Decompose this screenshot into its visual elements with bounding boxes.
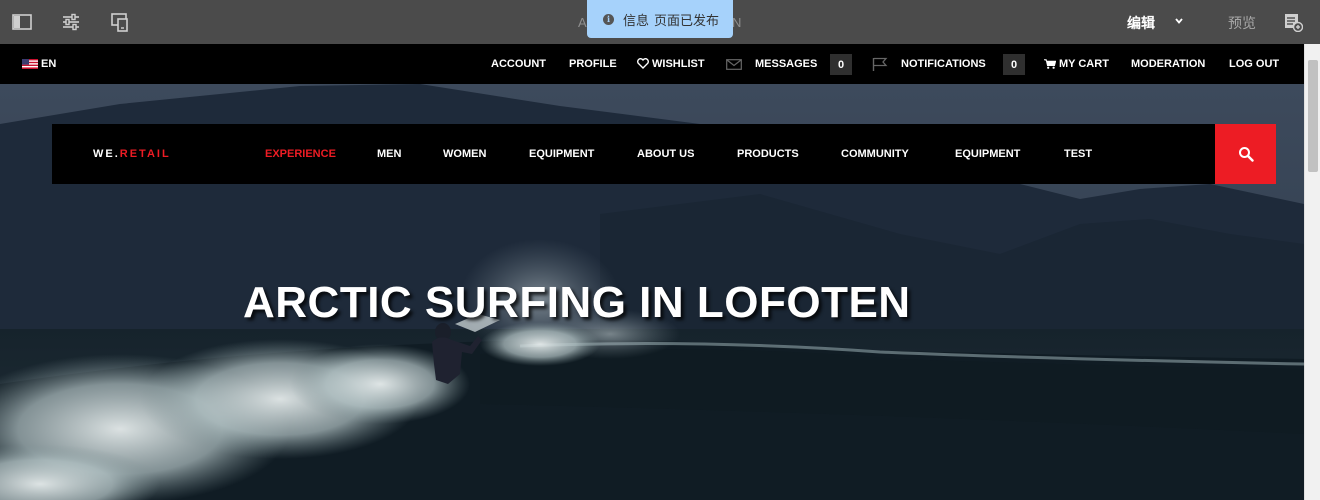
- logo-suffix: RETAIL: [119, 148, 171, 160]
- nav-item-equipment-2[interactable]: EQUIPMENT: [955, 148, 1020, 160]
- account-bar: EN ACCOUNT PROFILE WISHLIST MESSAGES 0 N…: [0, 44, 1304, 84]
- nav-item-experience[interactable]: EXPERIENCE: [265, 148, 336, 160]
- mode-select[interactable]: 编辑: [1127, 13, 1155, 33]
- account-link[interactable]: ACCOUNT: [491, 58, 546, 70]
- search-button[interactable]: [1215, 124, 1276, 184]
- scrollbar-thumb[interactable]: [1308, 60, 1318, 172]
- preview-button[interactable]: 预览: [1228, 13, 1256, 33]
- properties-icon[interactable]: [60, 11, 82, 33]
- main-navigation: WE.RETAIL EXPERIENCE MEN WOMEN EQUIPMENT…: [52, 124, 1276, 184]
- messages-count-badge: 0: [830, 54, 852, 75]
- scrollbar[interactable]: [1304, 44, 1320, 500]
- info-toast: i 信息 页面已发布: [587, 0, 733, 38]
- notifications-count-badge: 0: [1003, 54, 1025, 75]
- heart-icon: [637, 58, 649, 69]
- search-icon: [1238, 147, 1254, 162]
- emulator-icon[interactable]: [109, 11, 131, 33]
- info-icon: i: [603, 13, 614, 25]
- nav-item-equipment[interactable]: EQUIPMENT: [529, 148, 594, 160]
- toast-message: 页面已发布: [654, 12, 720, 28]
- my-cart-link[interactable]: MY CART: [1059, 58, 1109, 70]
- nav-item-community[interactable]: COMMUNITY: [841, 148, 909, 160]
- editor-toolbar: A N i 信息 页面已发布 编辑 预览: [0, 0, 1320, 44]
- flag-icon: [872, 57, 888, 71]
- page-info-icon[interactable]: [1283, 12, 1303, 32]
- profile-link[interactable]: PROFILE: [569, 58, 617, 70]
- logout-link[interactable]: LOG OUT: [1229, 58, 1279, 70]
- page-title-right: N: [732, 15, 743, 30]
- language-selector[interactable]: EN: [22, 58, 56, 70]
- messages-link[interactable]: MESSAGES: [755, 58, 817, 70]
- envelope-icon: [726, 59, 742, 70]
- us-flag-icon: [22, 59, 38, 69]
- cart-icon: [1044, 59, 1056, 69]
- moderation-link[interactable]: MODERATION: [1131, 58, 1205, 70]
- nav-item-about-us[interactable]: ABOUT US: [637, 148, 694, 160]
- nav-item-women[interactable]: WOMEN: [443, 148, 486, 160]
- logo-prefix: WE.: [93, 148, 120, 160]
- wishlist-link[interactable]: WISHLIST: [652, 58, 705, 70]
- hero-title: ARCTIC SURFING IN LOFOTEN: [243, 278, 911, 327]
- nav-item-products[interactable]: PRODUCTS: [737, 148, 799, 160]
- nav-item-men[interactable]: MEN: [377, 148, 401, 160]
- notifications-link[interactable]: NOTIFICATIONS: [901, 58, 986, 70]
- side-panel-icon[interactable]: [11, 11, 33, 33]
- chevron-down-icon[interactable]: [1174, 16, 1184, 26]
- language-label: EN: [41, 58, 57, 70]
- toast-label: 信息: [623, 12, 650, 28]
- we-retail-logo[interactable]: WE.RETAIL: [93, 148, 171, 160]
- nav-item-test[interactable]: TEST: [1064, 148, 1092, 160]
